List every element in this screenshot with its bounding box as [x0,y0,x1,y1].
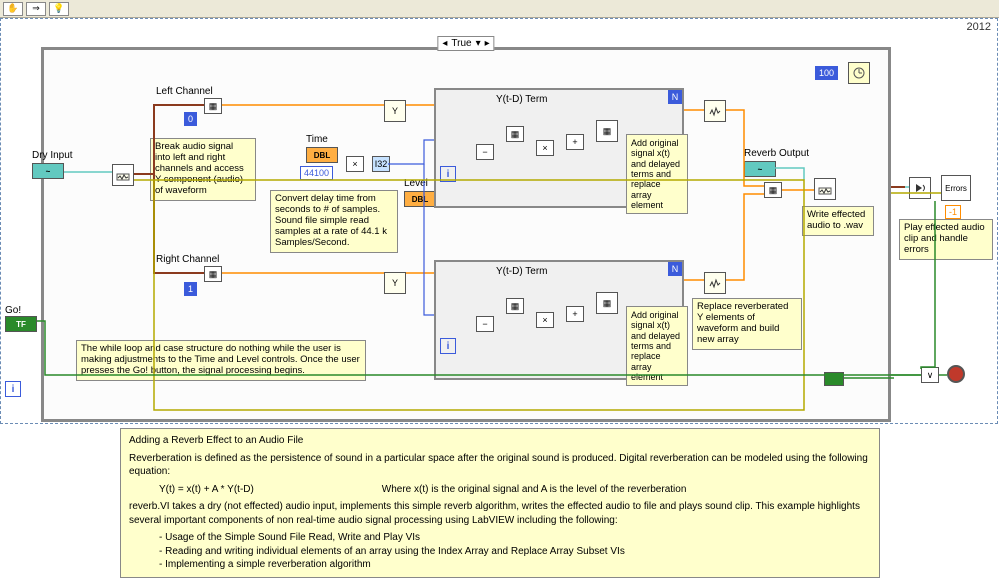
case-selector[interactable]: ◂ True ▾ ▸ [437,36,494,51]
index-array-right: ▦ [204,266,222,282]
highlight-execution-icon[interactable]: 💡 [49,2,69,16]
right-index-constant[interactable]: 1 [184,282,197,296]
reverb-output-label: Reverb Output [744,148,809,159]
write-wav-comment: Write effected audio to .wav [802,206,874,236]
level-label: Level [404,178,436,189]
index-array-left: ▦ [204,98,222,114]
for-loop-left-channel: N Y(t-D) Term i − ▦ × + ▦ Add original s… [434,88,684,208]
doc-equation-note: Where x(t) is the original signal and A … [382,484,687,495]
replace-array-left: ▦ [596,120,618,142]
doc-bullet-2: - Reading and writing individual element… [159,545,871,559]
add-right: + [566,306,584,322]
left-index-constant[interactable]: 0 [184,112,197,126]
go-terminal: TF [5,316,37,332]
add-original-right-comment: Add original signal x(t) and delayed ter… [626,306,688,386]
level-terminal: DBL [404,191,436,207]
multiply-level-left: × [536,140,554,156]
hand-tool-icon[interactable]: ✋ [3,2,23,16]
replace-reverb-comment: Replace reverberated Y elements of wavef… [692,298,802,350]
doc-equation-row: Y(t) = x(t) + A * Y(t-D) Where x(t) is t… [129,483,871,497]
for-loop-right-channel: N Y(t-D) Term i − ▦ × + ▦ Add original s… [434,260,684,380]
doc-equation: Y(t) = x(t) + A * Y(t-D) [159,483,379,497]
wait-ms-function [848,62,870,84]
run-arrow-icon[interactable]: ⇒ [26,2,46,16]
add-left: + [566,134,584,150]
for-loop-n-terminal: N [668,90,682,104]
go-label: Go! [5,305,37,316]
waveform-y-replace-left [704,100,726,122]
for-i-terminal-left: i [440,166,456,182]
for-i-terminal-right: i [440,338,456,354]
play-clip-comment: Play effected audio clip and handle erro… [899,219,993,260]
add-original-left-comment: Add original signal x(t) and delayed ter… [626,134,688,214]
reverb-output-indicator: Reverb Output ~ [744,148,809,177]
index-y-right: ▦ [506,298,524,314]
ytd-term-label-right: Y(t-D) Term [496,266,547,277]
dry-input-control[interactable]: Dry Input ~ [32,150,73,179]
case-structure: ◂ True ▾ ▸ 100 Dry Input ~ Left Channel … [41,47,891,422]
replace-array-right: ▦ [596,292,618,314]
sound-file-read-vi [112,164,134,186]
labview-version-badge: 2012 [967,21,991,33]
toolbar: ✋ ⇒ 💡 [0,0,999,18]
doc-p2: reverb.VI takes a dry (not effected) aud… [129,500,871,527]
case-prev-icon[interactable]: ◂ [442,38,447,49]
level-control[interactable]: Level DBL [404,178,436,207]
diagram-bounds: 2012 Go! TF i ◂ True ▾ ▸ 100 Dry Input ~… [0,18,998,424]
doc-p1: Reverberation is defined as the persiste… [129,452,871,479]
convert-delay-comment: Convert delay time from seconds to # of … [270,190,398,253]
go-control[interactable]: Go! TF [5,305,37,332]
minus-one-constant[interactable]: -1 [945,205,961,219]
waveform-y-replace-right [704,272,726,294]
subtract-index-left: − [476,144,494,160]
dry-input-label: Dry Input [32,150,73,161]
sound-play-vi [909,177,931,199]
error-handler-vi: Errors [941,175,971,201]
while-loop-iteration-terminal: i [5,381,21,397]
subtract-index-right: − [476,316,494,332]
while-loop-comment: The while loop and case structure do not… [76,340,366,381]
left-channel-label: Left Channel [156,86,213,97]
reverb-output-terminal: ~ [744,161,776,177]
ytd-term-label-left: Y(t-D) Term [496,94,547,105]
case-dropdown-icon[interactable]: ▾ [476,38,481,49]
break-audio-comment: Break audio signal into left and right c… [150,138,256,201]
stop-loop-terminal [947,365,965,383]
multiply-level-right: × [536,312,554,328]
doc-title: Adding a Reverb Effect to an Audio File [129,434,871,448]
sound-file-write-vi [814,178,836,200]
right-channel-label: Right Channel [156,254,219,265]
case-value: True [451,38,471,49]
for-loop-n-terminal-right: N [668,262,682,276]
index-y-left: ▦ [506,126,524,142]
case-next-icon[interactable]: ▸ [485,38,490,49]
wait-ms-constant[interactable]: 100 [815,66,838,80]
time-label: Time [306,134,338,145]
documentation-comment: Adding a Reverb Effect to an Audio File … [120,428,880,578]
waveform-y-extract-left: Y [384,100,406,122]
time-control[interactable]: Time DBL [306,134,338,163]
to-i32-function: I32 [372,156,390,172]
doc-bullet-3: - Implementing a simple reverberation al… [159,558,871,572]
build-array: ▦ [764,182,782,198]
waveform-y-extract-right: Y [384,272,406,294]
time-terminal: DBL [306,147,338,163]
sample-rate-constant[interactable]: 44100 [300,166,333,180]
multiply-function: × [346,156,364,172]
or-function: ∨ [921,367,939,383]
doc-bullet-1: - Usage of the Simple Sound File Read, W… [159,531,871,545]
dry-input-terminal: ~ [32,163,64,179]
true-constant [824,372,844,386]
